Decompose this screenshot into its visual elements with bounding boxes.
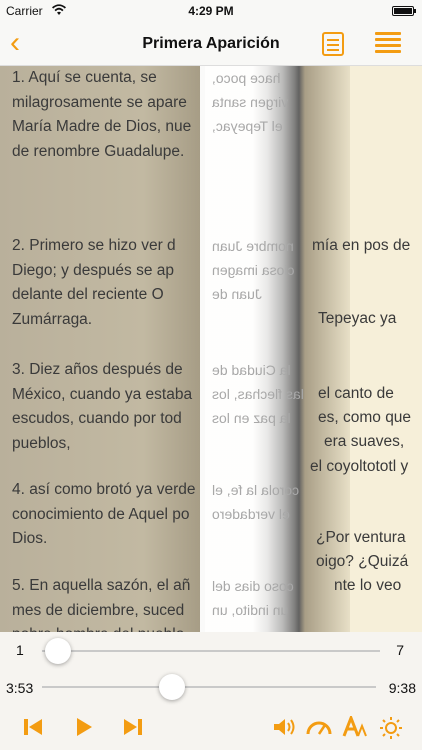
- mirrored-text: las flechas, los: [212, 386, 304, 402]
- table-of-contents-icon[interactable]: [375, 32, 401, 56]
- page-title: Primera Aparición: [142, 35, 280, 52]
- mirrored-text: ciosa imagen: [212, 262, 295, 278]
- text-line: es, como que: [318, 409, 412, 426]
- page-slider-row: 1 7: [0, 632, 422, 668]
- audio-player: 1 7 3:53 9:38: [0, 632, 422, 750]
- mirrored-text: nombre Juan: [212, 238, 294, 254]
- time-slider-track[interactable]: [42, 686, 376, 688]
- time-slider-row: 3:53 9:38: [0, 668, 422, 704]
- page-slider-thumb[interactable]: [45, 638, 71, 664]
- mirrored-text: virgen santa: [212, 94, 289, 110]
- text-line: Tepeyac ya: [318, 310, 397, 327]
- text-line: mía en pos de: [312, 237, 411, 254]
- mirrored-text: coso dias del: [212, 578, 294, 594]
- text-line: ¿Por ventura: [316, 529, 406, 546]
- navigation-bar: ‹ Primera Aparición: [0, 22, 422, 66]
- page-slider-track[interactable]: [42, 650, 380, 652]
- play-icon[interactable]: [70, 716, 96, 742]
- page-start-label: 1: [16, 642, 24, 658]
- mirrored-text: la paz en los: [212, 410, 291, 426]
- mirrored-text: Juan de: [212, 286, 262, 302]
- text-line: el canto de: [318, 385, 394, 402]
- notes-icon[interactable]: [322, 32, 344, 56]
- text-line: era suaves,: [324, 433, 405, 450]
- battery-icon: [392, 6, 416, 16]
- clock: 4:29 PM: [188, 4, 234, 18]
- mirrored-text: un indito, un: [212, 602, 289, 618]
- skip-forward-icon[interactable]: [120, 716, 146, 742]
- page-end-label: 7: [396, 642, 404, 658]
- mirrored-text: corola la fe, el: [212, 482, 300, 498]
- skip-back-icon[interactable]: [20, 716, 46, 742]
- time-elapsed-label: 3:53: [6, 680, 34, 696]
- text-line: el coyoltototl y: [310, 458, 409, 475]
- speed-gauge-icon[interactable]: [306, 716, 332, 742]
- player-toolbar: [0, 708, 422, 750]
- volume-icon[interactable]: [272, 716, 298, 742]
- brightness-icon[interactable]: [378, 716, 404, 742]
- text-line: nte lo veo: [334, 577, 402, 594]
- mirrored-text: la Ciudad de: [212, 362, 291, 378]
- mirrored-text: el verdadero: [212, 506, 290, 522]
- mirrored-text: el Tepeyac,: [212, 118, 283, 134]
- font-size-icon[interactable]: [342, 713, 368, 742]
- status-bar: Carrier 4:29 PM: [0, 0, 422, 22]
- time-slider-thumb[interactable]: [159, 674, 186, 700]
- reader-content[interactable]: 1. Aquí se cuenta, se milagrosamente se …: [0, 66, 422, 632]
- text-line: oigo? ¿Quizá: [316, 553, 409, 570]
- mirrored-text: hace poco,: [212, 70, 281, 86]
- time-total-label: 9:38: [388, 680, 416, 696]
